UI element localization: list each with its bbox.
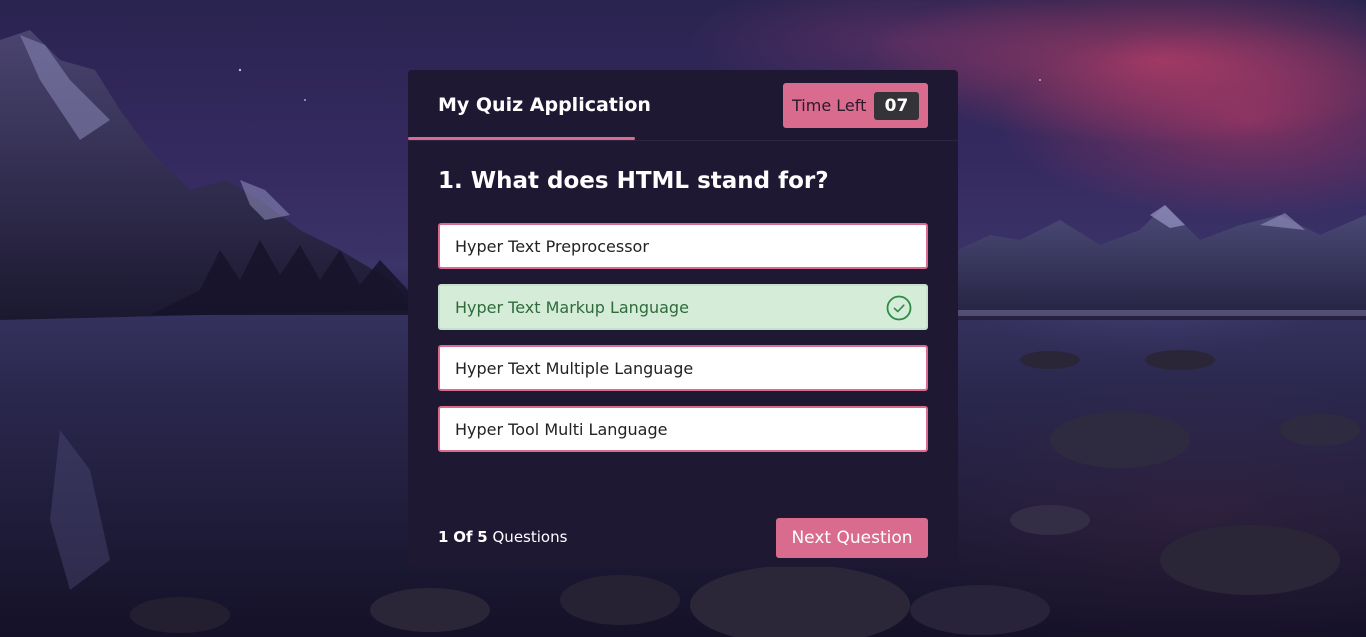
option-label: Hyper Text Preprocessor xyxy=(455,237,649,256)
option-2-correct[interactable]: Hyper Text Markup Language xyxy=(438,284,928,330)
app-title: My Quiz Application xyxy=(438,94,651,116)
counter-suffix: Questions xyxy=(492,528,568,546)
question-text: 1. What does HTML stand for? xyxy=(438,168,829,194)
question-counter: 1 Of 5 Questions xyxy=(438,528,567,546)
counter-total: 5 xyxy=(477,528,488,546)
timer-label: Time Left xyxy=(792,96,867,115)
option-label: Hyper Tool Multi Language xyxy=(455,420,668,439)
timer-value: 07 xyxy=(874,92,919,120)
next-question-button[interactable]: Next Question xyxy=(776,518,928,558)
option-3[interactable]: Hyper Text Multiple Language xyxy=(438,345,928,391)
quiz-card: My Quiz Application Time Left 07 1. What… xyxy=(408,70,958,567)
option-4[interactable]: Hyper Tool Multi Language xyxy=(438,406,928,452)
counter-of: Of xyxy=(453,528,473,546)
option-label: Hyper Text Markup Language xyxy=(455,298,689,317)
timer-box: Time Left 07 xyxy=(783,83,928,128)
counter-current: 1 xyxy=(438,528,449,546)
title-underline xyxy=(408,137,635,140)
option-1[interactable]: Hyper Text Preprocessor xyxy=(438,223,928,269)
check-circle-icon xyxy=(886,295,912,321)
quiz-header: My Quiz Application Time Left 07 xyxy=(408,70,958,141)
option-label: Hyper Text Multiple Language xyxy=(455,359,694,378)
